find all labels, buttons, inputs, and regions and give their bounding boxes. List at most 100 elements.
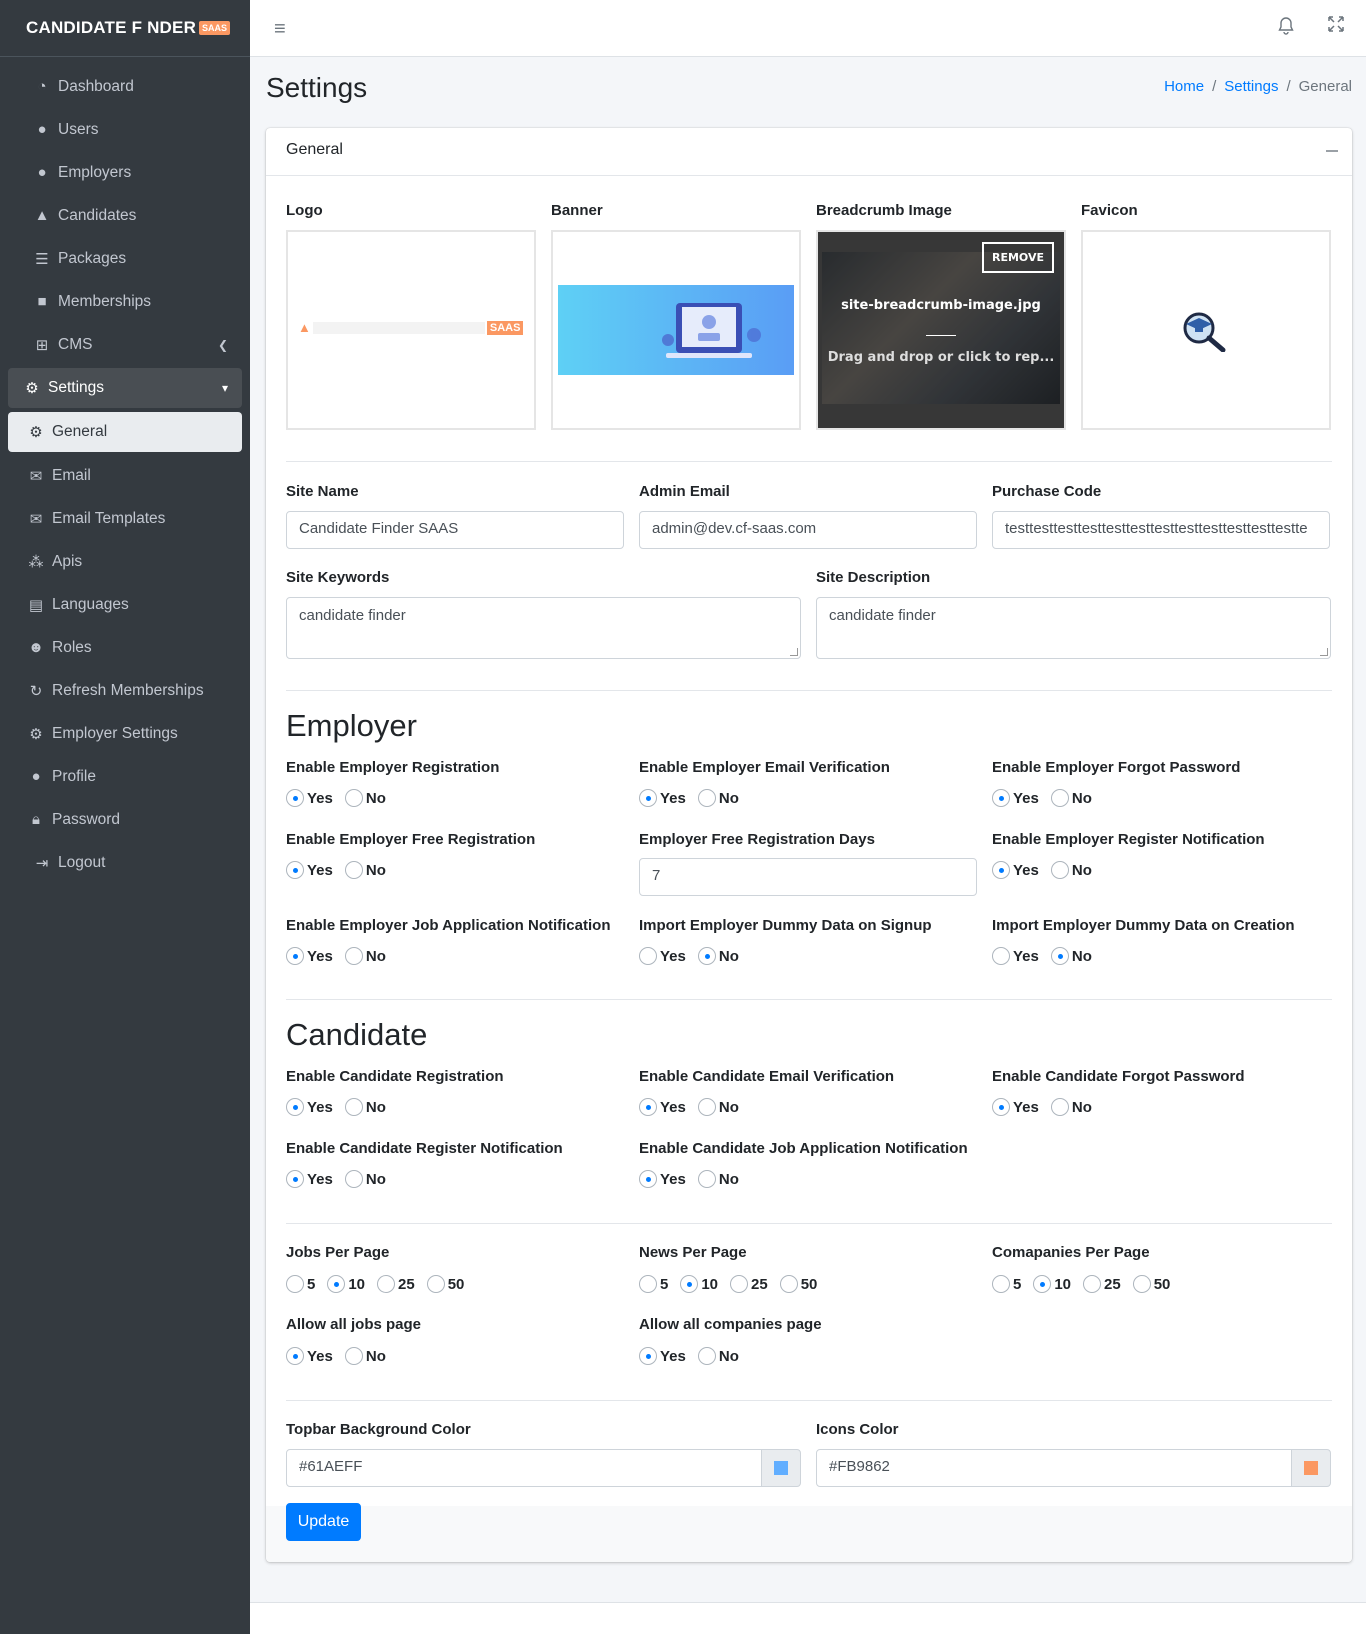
sidebar-item-users[interactable]: ● Users	[8, 108, 242, 151]
sidebar-item-email-templates[interactable]: ✉ Email Templates	[8, 497, 242, 540]
radio-circle[interactable]	[327, 1275, 346, 1293]
radio-no[interactable]: No	[697, 1098, 739, 1116]
radio-circle[interactable]	[992, 1275, 1010, 1293]
radio-circle[interactable]	[680, 1275, 699, 1293]
sidebar-item-refresh-memberships[interactable]: ↻ Refresh Memberships	[8, 669, 242, 712]
radio-no[interactable]: No	[344, 861, 386, 879]
radio-circle[interactable]	[286, 947, 304, 965]
banner-dropzone[interactable]	[551, 230, 801, 430]
radio-yes[interactable]: Yes	[639, 947, 686, 965]
breadcrumb-home[interactable]: Home	[1164, 78, 1204, 95]
radio-circle[interactable]	[344, 947, 363, 965]
breadcrumb-image-dropzone[interactable]: REMOVE site-breadcrumb-image.jpg Drag an…	[816, 230, 1066, 430]
radio-circle[interactable]	[1050, 861, 1069, 879]
radio-yes[interactable]: Yes	[286, 789, 333, 807]
sidebar-item-cms[interactable]: ⊞ CMS ❮	[8, 323, 242, 366]
brand-logo[interactable]: CANDIDATE F NDER SAAS	[0, 0, 250, 57]
radio-yes[interactable]: Yes	[639, 789, 686, 807]
fullscreen-icon[interactable]	[1328, 16, 1344, 37]
sidebar-item-languages[interactable]: ▤ Languages	[8, 583, 242, 626]
topbar-color-input[interactable]: #61AEFF	[286, 1449, 762, 1487]
radio-yes[interactable]: Yes	[286, 1347, 333, 1365]
radio-50[interactable]: 50	[426, 1275, 464, 1293]
radio-circle[interactable]	[1050, 789, 1069, 807]
sidebar-item-packages[interactable]: ☰ Packages	[8, 237, 242, 280]
radio-25[interactable]: 25	[730, 1275, 768, 1293]
radio-25[interactable]: 25	[1083, 1275, 1121, 1293]
purchase-code-input[interactable]: testtesttesttesttesttesttesttesttesttest…	[992, 511, 1330, 549]
radio-10[interactable]: 10	[680, 1275, 718, 1293]
radio-circle[interactable]	[1050, 1098, 1069, 1116]
radio-5[interactable]: 5	[286, 1275, 315, 1293]
sidebar-item-email[interactable]: ✉ Email	[8, 454, 242, 497]
radio-circle[interactable]	[1132, 1275, 1151, 1293]
radio-yes[interactable]: Yes	[286, 1170, 333, 1188]
radio-yes[interactable]: Yes	[286, 947, 333, 965]
radio-circle[interactable]	[1033, 1275, 1052, 1293]
site-description-textarea[interactable]: candidate finder	[816, 597, 1331, 659]
radio-yes[interactable]: Yes	[639, 1170, 686, 1188]
radio-yes[interactable]: Yes	[639, 1347, 686, 1365]
icons-color-picker[interactable]	[1291, 1449, 1331, 1487]
radio-no[interactable]: No	[344, 1347, 386, 1365]
radio-yes[interactable]: Yes	[992, 789, 1039, 807]
admin-email-input[interactable]: admin@dev.cf-saas.com	[639, 511, 977, 549]
radio-10[interactable]: 10	[1033, 1275, 1071, 1293]
radio-circle[interactable]	[426, 1275, 445, 1293]
radio-circle[interactable]	[286, 1275, 304, 1293]
icons-color-input[interactable]: #FB9862	[816, 1449, 1292, 1487]
site-name-input[interactable]: Candidate Finder SAAS	[286, 511, 624, 549]
radio-circle[interactable]	[286, 789, 304, 807]
sidebar-item-dashboard[interactable]: ◔ Dashboard	[8, 65, 242, 108]
radio-circle[interactable]	[286, 861, 304, 879]
radio-circle[interactable]	[639, 947, 657, 965]
radio-no[interactable]: No	[344, 1170, 386, 1188]
radio-circle[interactable]	[992, 947, 1010, 965]
radio-circle[interactable]	[639, 1098, 657, 1116]
radio-yes[interactable]: Yes	[992, 1098, 1039, 1116]
radio-circle[interactable]	[697, 1098, 716, 1116]
radio-no[interactable]: No	[697, 1170, 739, 1188]
radio-25[interactable]: 25	[377, 1275, 415, 1293]
radio-circle[interactable]	[344, 861, 363, 879]
radio-circle[interactable]	[639, 789, 657, 807]
radio-no[interactable]: No	[1050, 789, 1092, 807]
radio-circle[interactable]	[639, 1170, 657, 1188]
radio-50[interactable]: 50	[779, 1275, 817, 1293]
sidebar-item-employers[interactable]: ● Employers	[8, 151, 242, 194]
sidebar-item-employer-settings[interactable]: ⚙ Employer Settings	[8, 712, 242, 755]
radio-circle[interactable]	[344, 1098, 363, 1116]
employer-free-days-input[interactable]: 7	[639, 858, 977, 896]
radio-circle[interactable]	[697, 1347, 716, 1365]
bell-icon[interactable]	[1278, 17, 1294, 40]
logo-dropzone[interactable]: ▲ SAAS	[286, 230, 536, 430]
radio-no[interactable]: No	[1050, 861, 1092, 879]
radio-no[interactable]: No	[1050, 947, 1092, 965]
resize-grip-icon[interactable]	[1320, 648, 1328, 656]
radio-yes[interactable]: Yes	[992, 861, 1039, 879]
radio-circle[interactable]	[286, 1170, 304, 1188]
radio-circle[interactable]	[992, 1098, 1010, 1116]
radio-circle[interactable]	[344, 1170, 363, 1188]
radio-10[interactable]: 10	[327, 1275, 365, 1293]
radio-circle[interactable]	[730, 1275, 749, 1293]
radio-5[interactable]: 5	[639, 1275, 668, 1293]
radio-50[interactable]: 50	[1132, 1275, 1170, 1293]
site-keywords-textarea[interactable]: candidate finder	[286, 597, 801, 659]
sidebar-item-profile[interactable]: ● Profile	[8, 755, 242, 798]
radio-circle[interactable]	[344, 1347, 363, 1365]
breadcrumb-settings[interactable]: Settings	[1224, 78, 1278, 95]
favicon-dropzone[interactable]	[1081, 230, 1331, 430]
radio-circle[interactable]	[697, 1170, 716, 1188]
radio-yes[interactable]: Yes	[639, 1098, 686, 1116]
hamburger-menu-icon[interactable]: ≡	[274, 18, 286, 41]
radio-circle[interactable]	[286, 1098, 304, 1116]
radio-no[interactable]: No	[1050, 1098, 1092, 1116]
radio-no[interactable]: No	[697, 947, 739, 965]
radio-circle[interactable]	[377, 1275, 396, 1293]
collapse-icon[interactable]	[1326, 150, 1338, 152]
radio-no[interactable]: No	[344, 789, 386, 807]
sidebar-item-password[interactable]: 🔒︎ Password	[8, 798, 242, 841]
radio-circle[interactable]	[992, 789, 1010, 807]
radio-no[interactable]: No	[344, 947, 386, 965]
